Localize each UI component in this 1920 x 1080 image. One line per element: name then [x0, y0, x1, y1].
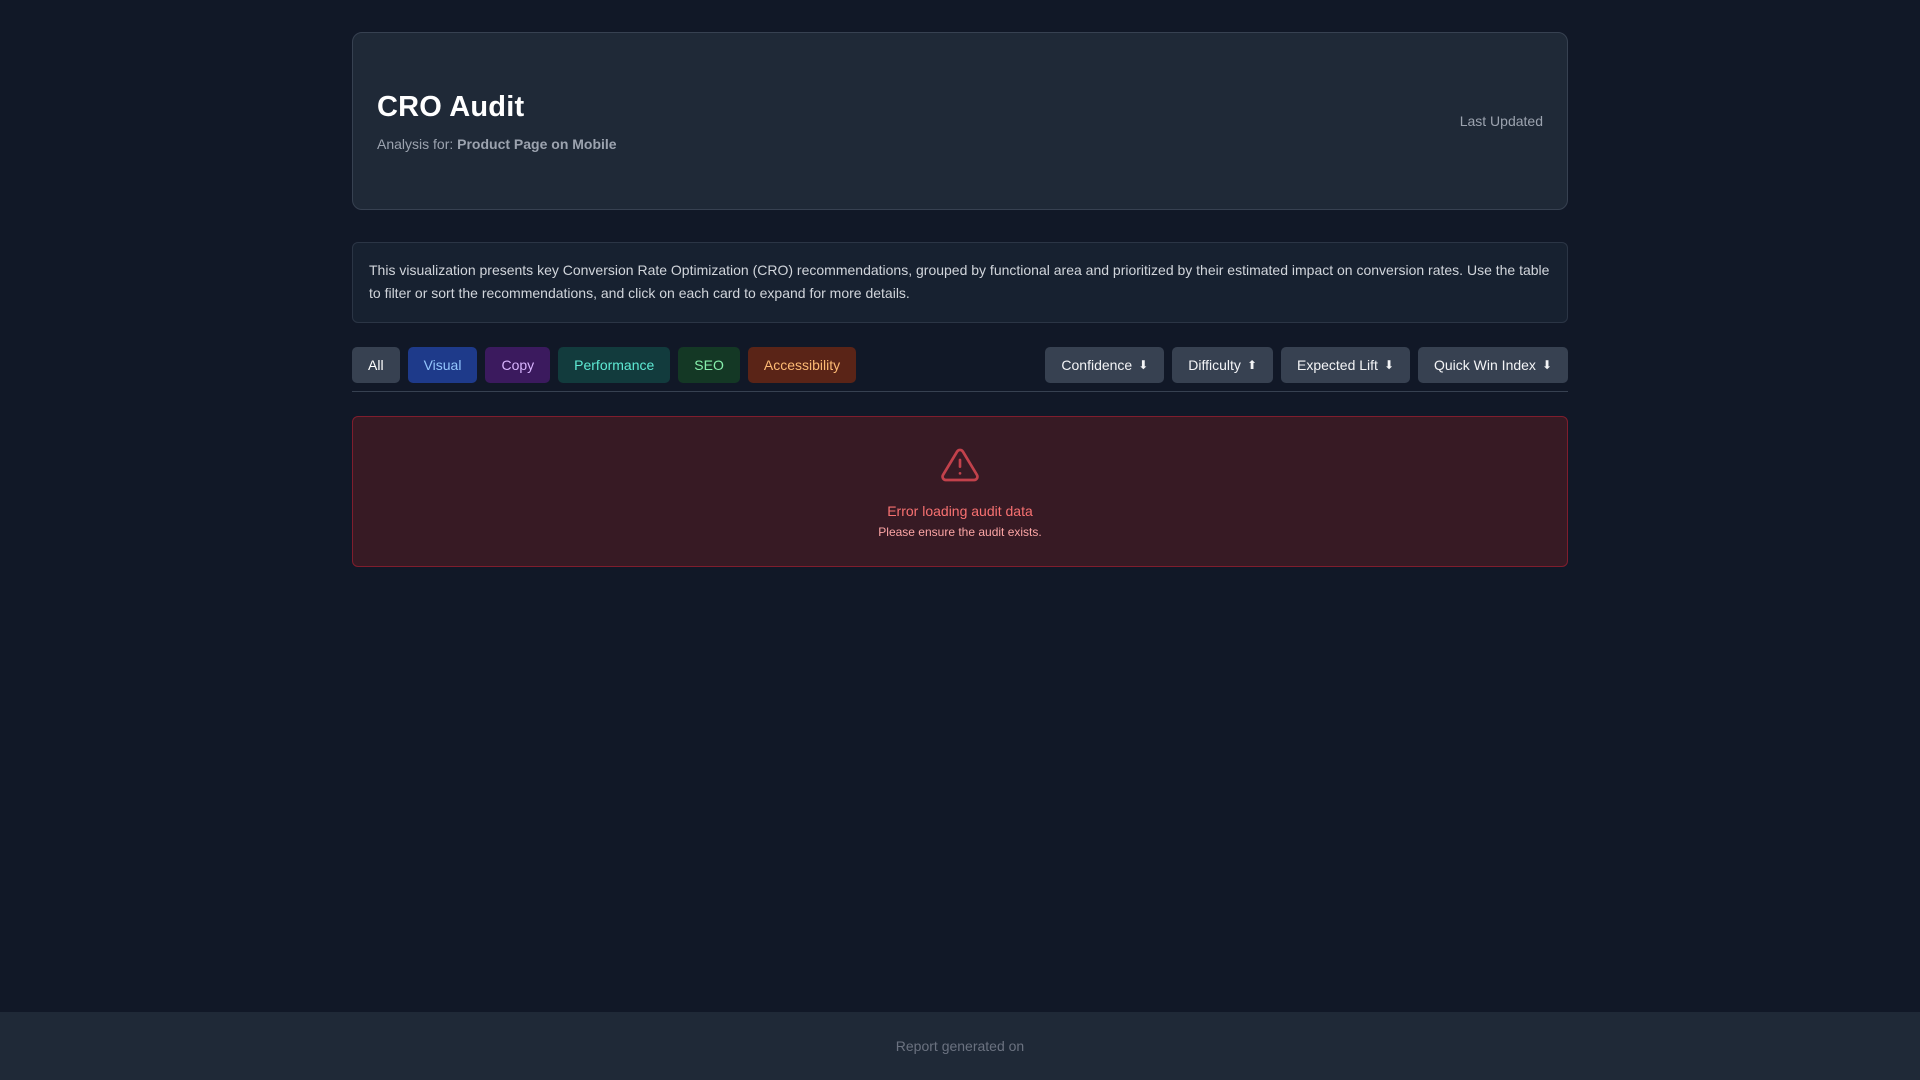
- filter-accessibility-button[interactable]: Accessibility: [747, 347, 857, 383]
- sort-quick-win-label: Quick Win Index: [1434, 357, 1536, 373]
- arrow-up-icon: ⬆: [1246, 358, 1257, 372]
- sort-difficulty-label: Difficulty: [1188, 357, 1241, 373]
- error-message: Please ensure the audit exists.: [878, 525, 1042, 539]
- main-container: CRO Audit Analysis for: Product Page on …: [352, 32, 1568, 567]
- filter-seo-button[interactable]: SEO: [678, 347, 740, 383]
- analysis-prefix: Analysis for:: [377, 135, 454, 152]
- arrow-down-icon: ⬇: [1138, 358, 1149, 372]
- description-panel: This visualization presents key Conversi…: [352, 242, 1568, 323]
- sort-confidence-label: Confidence: [1061, 357, 1133, 373]
- analysis-target: Product Page on Mobile: [457, 135, 617, 152]
- filter-visual-button[interactable]: Visual: [407, 347, 478, 383]
- arrow-down-icon: ⬇: [1383, 358, 1394, 372]
- filter-group: All Visual Copy Performance SEO Accessib…: [352, 347, 857, 383]
- analysis-subtitle: Analysis for: Product Page on Mobile: [377, 136, 617, 152]
- filter-copy-button[interactable]: Copy: [485, 347, 551, 383]
- page: CRO Audit Analysis for: Product Page on …: [0, 0, 1920, 1080]
- header-left: CRO Audit Analysis for: Product Page on …: [377, 91, 617, 152]
- footer-text: Report generated on: [895, 1038, 1025, 1054]
- page-title: CRO Audit: [377, 90, 525, 123]
- arrow-down-icon: ⬇: [1541, 358, 1552, 372]
- sort-quick-win-button[interactable]: Quick Win Index ⬇: [1418, 347, 1568, 383]
- sort-group: Confidence ⬇ Difficulty ⬆ Expected Lift …: [1045, 347, 1568, 383]
- sort-difficulty-button[interactable]: Difficulty ⬆: [1172, 347, 1273, 383]
- sort-expected-lift-button[interactable]: Expected Lift ⬇: [1281, 347, 1410, 383]
- filter-performance-button[interactable]: Performance: [558, 347, 671, 383]
- header-card: CRO Audit Analysis for: Product Page on …: [352, 32, 1568, 210]
- description-text: This visualization presents key Conversi…: [369, 262, 1550, 301]
- filter-all-button[interactable]: All: [352, 347, 400, 383]
- toolbar: All Visual Copy Performance SEO Accessib…: [352, 347, 1568, 392]
- error-message-box: Error loading audit data Please ensure t…: [352, 416, 1568, 567]
- sort-confidence-button[interactable]: Confidence ⬇: [1045, 347, 1165, 383]
- warning-triangle-icon: [941, 448, 979, 482]
- sort-expected-lift-label: Expected Lift: [1297, 357, 1378, 373]
- footer: Report generated on: [0, 1012, 1920, 1080]
- error-title: Error loading audit data: [887, 503, 1033, 519]
- last-updated-label: Last Updated: [1459, 113, 1543, 129]
